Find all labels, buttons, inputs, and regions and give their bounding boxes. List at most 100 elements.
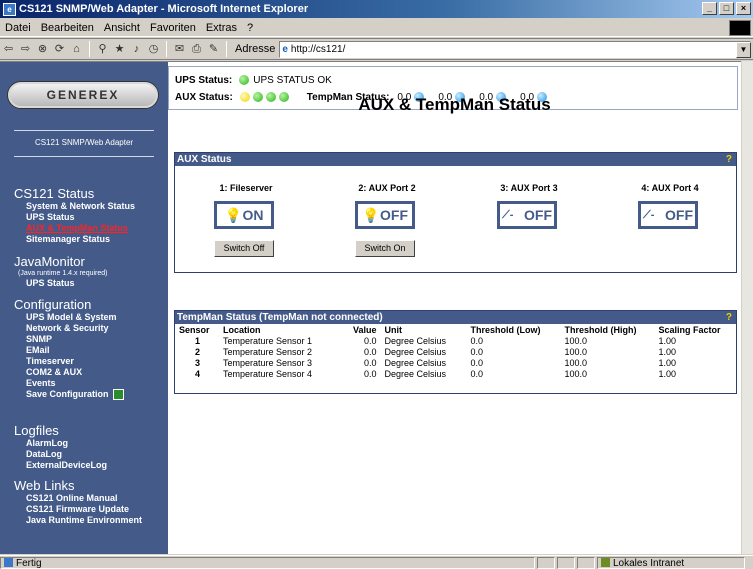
sidebar-item-com2-aux[interactable]: COM2 & AUX [0,367,168,378]
sidebar-item-system-network-status[interactable]: System & Network Status [0,201,168,212]
sidebar-item-java-ups-status[interactable]: UPS Status [0,278,168,289]
sensor-value: 0.0 [364,346,377,357]
sensor-number: 4 [195,368,201,379]
tempman-status-panel: TempMan Status (TempMan not connected) ?… [174,310,737,394]
sidebar-item-alarmlog[interactable]: AlarmLog [0,438,168,449]
aux-port-4-state: ⟋‐ OFF [638,201,698,229]
save-disk-icon[interactable] [112,389,124,401]
sidebar-item-sitemanager-status[interactable]: Sitemanager Status [0,234,168,245]
col-threshold-high: Threshold (High) [564,324,637,335]
back-icon[interactable]: ⇦ [2,43,15,56]
threshold-high: 100.0 [564,368,588,379]
tempman-panel-header: TempMan Status (TempMan not connected) ? [175,311,736,324]
threshold-low: 0.0 [470,357,484,368]
sidebar-item-snmp[interactable]: SNMP [0,334,168,345]
mail-icon[interactable]: ✉ [173,43,186,56]
minimize-button[interactable]: _ [702,2,717,15]
menu-bar: Datei Bearbeiten Ansicht Favoriten Extra… [0,19,753,37]
sidebar-item-aux-tempman-status[interactable]: AUX & TempMan Status [0,223,168,234]
menu-help[interactable]: ? [242,22,258,34]
sidebar-item-java-runtime[interactable]: Java Runtime Environment [0,515,168,526]
sensor-location: Temperature Sensor 3 [223,357,313,368]
menu-ansicht[interactable]: Ansicht [99,22,145,34]
sidebar-divider [14,130,154,131]
sidebar-item-firmware-update[interactable]: CS121 Firmware Update [0,504,168,515]
status-text: Fertig [16,557,42,569]
address-field[interactable]: e http://cs121/ [279,40,752,58]
print-icon[interactable]: ⎙ [190,43,203,56]
sidebar-item-ups-model-system[interactable]: UPS Model & System [0,312,168,323]
sidebar-item-ups-status[interactable]: UPS Status [0,212,168,223]
tempman-help-icon[interactable]: ? [726,311,732,324]
switch-off-button[interactable]: Switch Off [214,240,274,257]
col-sensor: Sensor [179,324,210,335]
menu-extras[interactable]: Extras [201,22,242,34]
menu-favoriten[interactable]: Favoriten [145,22,201,34]
sensor-unit: Degree Celsius [384,346,447,357]
col-value: Value [353,324,377,335]
media-icon[interactable]: ♪ [130,43,143,56]
aux-port-2-name: 2: AUX Port 2 [358,183,416,193]
java-runtime-note: (Java runtime 1.4.x required) [18,270,108,277]
sidebar-item-email[interactable]: EMail [0,345,168,356]
toolbar: ⇦ ⇨ ⊗ ⟳ ⌂ ⚲ ★ ♪ ◷ ✉ ⎙ ✎ Adresse e http:/… [0,38,753,60]
sidebar-item-save-configuration[interactable]: Save Configuration [0,389,168,401]
window-title: CS121 SNMP/Web Adapter - Microsoft Inter… [19,3,309,15]
threshold-low: 0.0 [470,346,484,357]
threshold-low: 0.0 [470,335,484,346]
sidebar-item-network-security[interactable]: Network & Security [0,323,168,334]
sidebar-heading-logfiles: Logfiles [14,423,59,438]
toolbar-separator [89,41,90,57]
maximize-button[interactable]: □ [719,2,734,15]
sidebar-item-events[interactable]: Events [0,378,168,389]
bulb-off-icon: 💡 [362,207,380,223]
switch-on-button[interactable]: Switch On [355,240,415,257]
col-location: Location [223,324,261,335]
search-icon[interactable]: ⚲ [96,43,109,56]
zone-text: Lokales Intranet [613,557,685,569]
stop-icon[interactable]: ⊗ [36,43,49,56]
menu-datei[interactable]: Datei [0,22,36,34]
sidebar-item-externaldevicelog[interactable]: ExternalDeviceLog [0,460,168,471]
history-icon[interactable]: ◷ [147,43,160,56]
aux-status-panel: AUX Status ? 1: Fileserver 2: AUX Port 2… [174,152,737,273]
sidebar-item-datalog[interactable]: DataLog [0,449,168,460]
aux-port-1-state: 💡 ON [214,201,274,229]
toolbar-separator [226,41,227,57]
scaling-factor: 1.00 [658,357,677,368]
aux-help-icon[interactable]: ? [726,153,732,166]
tempman-panel-title: TempMan Status (TempMan not connected) [177,312,383,323]
save-configuration-label[interactable]: Save Configuration [26,389,109,399]
sidebar-heading-javamonitor: JavaMonitor [14,254,85,269]
ie-app-icon: e [3,2,16,16]
vertical-scrollbar[interactable] [741,61,753,554]
address-dropdown-icon[interactable]: ▼ [736,42,751,58]
sensor-unit: Degree Celsius [384,357,447,368]
sensor-value: 0.0 [364,357,377,368]
sensor-unit: Degree Celsius [384,368,447,379]
tempman-table: Sensor Location Value Unit Threshold (Lo… [175,324,736,379]
status-pane [577,556,595,569]
generex-logo: GENEREX [8,82,158,108]
favorites-icon[interactable]: ★ [113,43,126,56]
table-row: 1 Temperature Sensor 1 0.0 Degree Celsiu… [175,335,736,346]
windows-flag-icon [729,20,751,36]
close-button[interactable]: × [736,2,751,15]
edit-icon[interactable]: ✎ [207,43,220,56]
home-icon[interactable]: ⌂ [70,43,83,56]
aux-port-3-state: ⟋‐ OFF [497,201,557,229]
status-pane [537,556,555,569]
ups-status-text: UPS STATUS OK [253,74,332,86]
sidebar-item-online-manual[interactable]: CS121 Online Manual [0,493,168,504]
sensor-number: 2 [195,346,201,357]
address-url[interactable]: http://cs121/ [291,44,345,55]
menu-bearbeiten[interactable]: Bearbeiten [36,22,99,34]
window-title-bar: e CS121 SNMP/Web Adapter - Microsoft Int… [0,0,753,18]
table-row: 4 Temperature Sensor 4 0.0 Degree Celsiu… [175,368,736,379]
threshold-high: 100.0 [564,335,588,346]
scaling-factor: 1.00 [658,368,677,379]
forward-icon[interactable]: ⇨ [19,43,32,56]
refresh-icon[interactable]: ⟳ [53,43,66,56]
sidebar-heading-configuration: Configuration [14,297,92,312]
sidebar-item-timeserver[interactable]: Timeserver [0,356,168,367]
